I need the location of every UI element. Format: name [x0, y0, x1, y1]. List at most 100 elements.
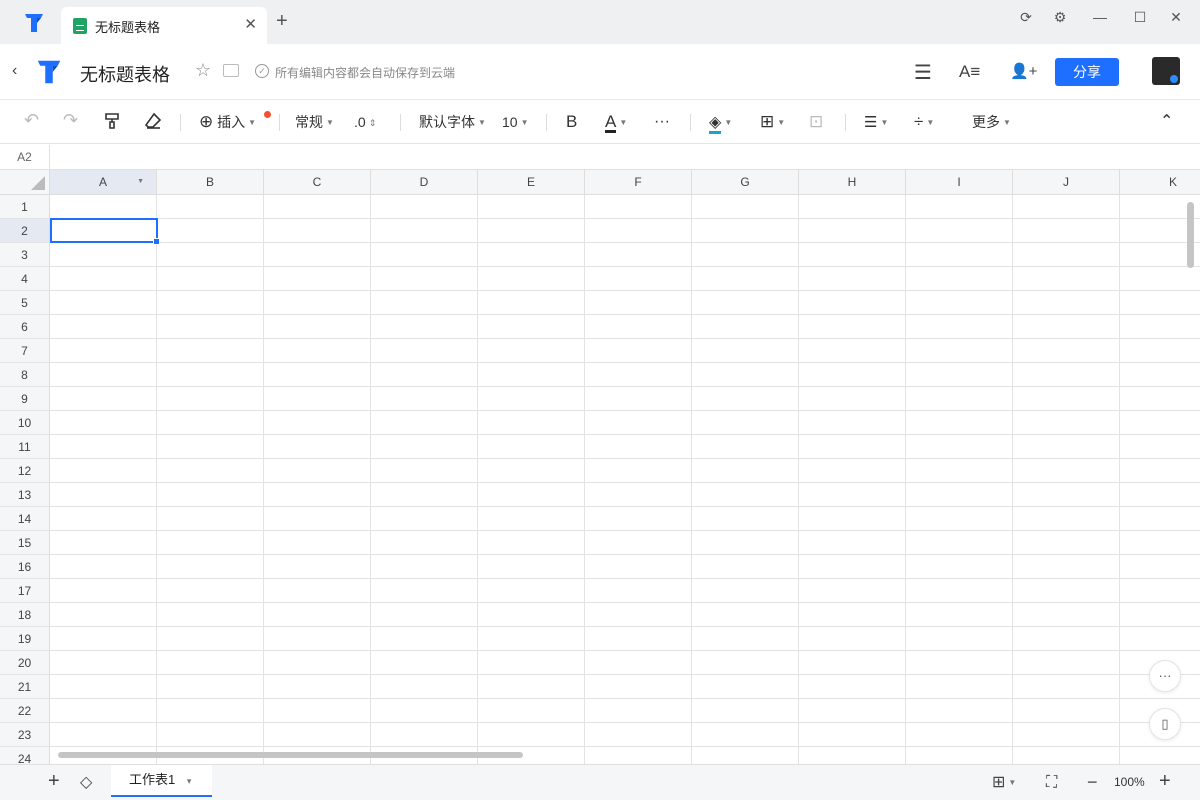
- row-header-8[interactable]: 8: [0, 363, 50, 387]
- close-window-button[interactable]: ✕: [1164, 6, 1188, 28]
- row-header-5[interactable]: 5: [0, 291, 50, 315]
- row-header-2[interactable]: 2: [0, 219, 50, 243]
- layers-icon[interactable]: ◇: [80, 773, 92, 793]
- column-header-c[interactable]: C: [264, 170, 371, 195]
- more-button[interactable]: 更多 ▼: [972, 112, 1011, 133]
- toolbar-divider: [690, 114, 691, 131]
- back-button[interactable]: ‹: [12, 62, 17, 80]
- column-header-a[interactable]: A ▼: [50, 170, 157, 195]
- row-header-24[interactable]: 24: [0, 747, 50, 764]
- borders-button[interactable]: ⊞ ▼: [760, 112, 785, 133]
- font-size-dropdown[interactable]: 10 ▼: [502, 112, 529, 133]
- fullscreen-icon[interactable]: ⛶: [1046, 773, 1057, 793]
- avatar[interactable]: [1152, 57, 1180, 85]
- more-text-options-icon[interactable]: ···: [654, 112, 670, 132]
- column-header-f[interactable]: F: [585, 170, 692, 195]
- settings-icon[interactable]: ⚙: [1048, 6, 1072, 28]
- row-header-20[interactable]: 20: [0, 651, 50, 675]
- column-header-b[interactable]: B: [157, 170, 264, 195]
- row-header-13[interactable]: 13: [0, 483, 50, 507]
- maximize-button[interactable]: ☐: [1128, 6, 1152, 28]
- decimal-places-control[interactable]: .0 ⇕: [354, 112, 376, 133]
- clear-format-icon[interactable]: [144, 112, 162, 135]
- more-actions-button[interactable]: ···: [1149, 660, 1181, 692]
- column-header-i[interactable]: I: [906, 170, 1013, 195]
- row-header-7[interactable]: 7: [0, 339, 50, 363]
- minimize-button[interactable]: —: [1088, 6, 1112, 28]
- save-status-text: 所有编辑内容都会自动保存到云端: [275, 66, 456, 80]
- cell-area[interactable]: [50, 195, 1200, 764]
- zoom-level[interactable]: 100%: [1114, 775, 1145, 789]
- font-family-dropdown[interactable]: 默认字体 ▼: [419, 112, 486, 133]
- row-header-1[interactable]: 1: [0, 195, 50, 219]
- column-header-j[interactable]: J: [1013, 170, 1120, 195]
- row-header-9[interactable]: 9: [0, 387, 50, 411]
- check-circle-icon: ✓: [255, 64, 269, 78]
- horizontal-scrollbar[interactable]: [58, 752, 523, 758]
- row-header-19[interactable]: 19: [0, 627, 50, 651]
- row-header-17[interactable]: 17: [0, 579, 50, 603]
- mobile-view-button[interactable]: ▯: [1149, 708, 1181, 740]
- row-header-22[interactable]: 22: [0, 699, 50, 723]
- close-tab-icon[interactable]: ✕: [244, 15, 257, 33]
- zoom-out-button[interactable]: −: [1087, 772, 1098, 792]
- row-header-21[interactable]: 21: [0, 675, 50, 699]
- vertical-scrollbar[interactable]: [1187, 202, 1194, 268]
- font-size-label: 10: [502, 114, 518, 130]
- font-color-icon: A: [605, 112, 617, 133]
- column-header-h[interactable]: H: [799, 170, 906, 195]
- redo-icon[interactable]: ↷: [63, 110, 78, 130]
- format-painter-icon[interactable]: [104, 112, 120, 135]
- doc-logo-icon[interactable]: [34, 58, 64, 86]
- add-sheet-button[interactable]: +: [48, 771, 60, 791]
- row-header-16[interactable]: 16: [0, 555, 50, 579]
- star-icon[interactable]: ☆: [195, 60, 211, 81]
- cell-reference-box[interactable]: A2: [0, 145, 50, 170]
- new-tab-button[interactable]: +: [276, 11, 288, 31]
- row-header-15[interactable]: 15: [0, 531, 50, 555]
- borders-icon: ⊞: [760, 112, 775, 131]
- column-menu-caret-icon[interactable]: ▼: [137, 170, 144, 194]
- row-header-10[interactable]: 10: [0, 411, 50, 435]
- row-header-18[interactable]: 18: [0, 603, 50, 627]
- zoom-in-button[interactable]: +: [1159, 771, 1171, 791]
- column-header-k[interactable]: K: [1120, 170, 1200, 195]
- document-tab[interactable]: 无标题表格 ✕: [61, 7, 267, 44]
- row-header-4[interactable]: 4: [0, 267, 50, 291]
- horizontal-align-button[interactable]: ☰ ▼: [864, 112, 888, 133]
- sheet-tab[interactable]: 工作表1 ▾: [111, 765, 212, 797]
- row-header-23[interactable]: 23: [0, 723, 50, 747]
- collapse-toolbar-icon[interactable]: ⌃: [1160, 112, 1173, 132]
- row-header-3[interactable]: 3: [0, 243, 50, 267]
- undo-icon[interactable]: ↶: [24, 110, 39, 130]
- menu-icon[interactable]: ☰: [914, 60, 932, 85]
- align-icon: ☰: [864, 114, 878, 131]
- row-header-11[interactable]: 11: [0, 435, 50, 459]
- text-style-icon[interactable]: A≡: [959, 62, 980, 82]
- vertical-align-button[interactable]: ÷ ▼: [914, 112, 934, 133]
- grid-view-button[interactable]: ⊞ ▼: [992, 773, 1016, 793]
- share-button[interactable]: 分享: [1055, 58, 1119, 86]
- insert-button[interactable]: ⊕ 插入 ▼: [199, 112, 256, 133]
- sync-icon[interactable]: ⟳: [1014, 6, 1038, 28]
- sheet-menu-caret-icon[interactable]: ▾: [187, 776, 192, 786]
- number-format-label: 常规: [295, 114, 323, 130]
- column-header-e[interactable]: E: [478, 170, 585, 195]
- font-color-button[interactable]: A ▼: [605, 112, 627, 133]
- row-header-12[interactable]: 12: [0, 459, 50, 483]
- select-all-corner[interactable]: [0, 170, 50, 195]
- column-header-g[interactable]: G: [692, 170, 799, 195]
- app-logo-icon[interactable]: [22, 12, 46, 34]
- fill-color-button[interactable]: ◈ ▼: [709, 112, 732, 134]
- row-header-6[interactable]: 6: [0, 315, 50, 339]
- bold-button[interactable]: B: [566, 112, 577, 132]
- add-collaborator-icon[interactable]: 👤+: [1010, 62, 1037, 80]
- row-header-14[interactable]: 14: [0, 507, 50, 531]
- number-format-dropdown[interactable]: 常规 ▼: [295, 112, 334, 133]
- document-title[interactable]: 无标题表格: [80, 61, 170, 87]
- selected-cell-a2[interactable]: [50, 218, 160, 245]
- move-to-folder-icon[interactable]: [223, 64, 239, 77]
- merge-cells-icon[interactable]: ⊡: [809, 112, 823, 132]
- column-header-d[interactable]: D: [371, 170, 478, 195]
- spreadsheet-grid: A ▼ B C D E F G H I J K 1 2 3 4 5 6 7 8 9 10 11 12 13 14 15 16 17 18…: [0, 170, 1200, 764]
